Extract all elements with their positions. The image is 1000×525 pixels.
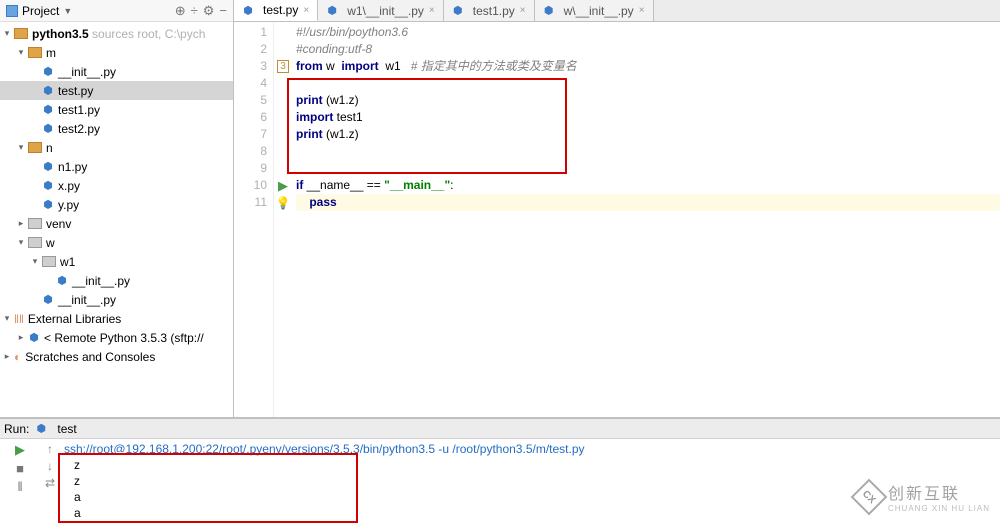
run-panel: Run: ⬢ test ▶ ■ ‖ ↑ ↓ ⇄ ssh://root@192.1… <box>0 418 1000 525</box>
gutter-marks: 3 ▶ 💡 <box>274 22 292 417</box>
hide-icon[interactable]: − <box>219 3 227 18</box>
pause-icon[interactable]: ‖ <box>17 479 22 494</box>
up-icon[interactable]: ↑ <box>47 442 53 456</box>
tree-folder-w1[interactable]: ▾w1 <box>0 252 233 271</box>
run-toolbar: ▶ ■ ‖ <box>0 439 40 525</box>
down-icon[interactable]: ↓ <box>47 459 53 473</box>
tree-folder-m[interactable]: ▾m <box>0 43 233 62</box>
python-file-icon: ⬢ <box>452 4 464 17</box>
run-label: Run: <box>4 422 29 436</box>
python-file-icon: ⬢ <box>42 65 54 78</box>
close-icon[interactable]: × <box>303 5 309 16</box>
run-gutter-icon: ▶ <box>278 178 288 194</box>
python-file-icon: ⬢ <box>35 422 47 435</box>
python-env-icon: ⬢ <box>28 331 40 344</box>
tree-folder-n[interactable]: ▾n <box>0 138 233 157</box>
python-file-icon: ⬢ <box>326 4 338 17</box>
editor-tab[interactable]: ⬢test.py× <box>234 0 318 21</box>
python-file-icon: ⬢ <box>56 274 68 287</box>
bulb-icon: 💡 <box>276 196 291 210</box>
line-numbers: 1234567891011 <box>234 22 274 417</box>
editor-tabs: ⬢test.py× ⬢w1\__init__.py× ⬢test1.py× ⬢w… <box>234 0 1000 22</box>
tree-file[interactable]: ⬢n1.py <box>0 157 233 176</box>
libraries-icon: ‖‖ <box>14 312 24 326</box>
tree-remote-python[interactable]: ▸⬢< Remote Python 3.5.3 (sftp:// <box>0 328 233 347</box>
watermark: CX 创新互联 CHUANG XIN HU LIAN <box>856 480 990 513</box>
python-file-icon: ⬢ <box>42 198 54 211</box>
project-icon <box>6 5 18 17</box>
close-icon[interactable]: × <box>429 5 435 16</box>
python-file-icon: ⬢ <box>42 179 54 192</box>
run-header: Run: ⬢ test <box>0 419 1000 439</box>
tree-file[interactable]: ⬢x.py <box>0 176 233 195</box>
warning-mark-icon: 3 <box>277 60 289 73</box>
tree-file-selected[interactable]: ⬢test.py <box>0 81 233 100</box>
tree-file[interactable]: ⬢y.py <box>0 195 233 214</box>
editor-tab[interactable]: ⬢w1\__init__.py× <box>318 0 444 21</box>
editor-tab[interactable]: ⬢w\__init__.py× <box>535 0 654 21</box>
tree-folder-w[interactable]: ▾w <box>0 233 233 252</box>
python-file-icon: ⬢ <box>42 103 54 116</box>
wrap-icon[interactable]: ⇄ <box>45 476 55 490</box>
sidebar-title: Project <box>22 4 59 18</box>
stop-icon[interactable]: ■ <box>16 461 24 476</box>
project-tree[interactable]: ▾python3.5 sources root, C:\pych ▾m ⬢__i… <box>0 22 233 417</box>
tree-root[interactable]: ▾python3.5 sources root, C:\pych <box>0 24 233 43</box>
tree-scratches[interactable]: ▸◐Scratches and Consoles <box>0 347 233 366</box>
python-file-icon: ⬢ <box>242 4 254 17</box>
tree-file[interactable]: ⬢test2.py <box>0 119 233 138</box>
tree-external-libs[interactable]: ▾‖‖External Libraries <box>0 309 233 328</box>
python-file-icon: ⬢ <box>42 84 54 97</box>
close-icon[interactable]: × <box>520 5 526 16</box>
editor-tab[interactable]: ⬢test1.py× <box>444 0 535 21</box>
scratches-icon: ◐ <box>14 350 21 364</box>
python-file-icon: ⬢ <box>543 4 555 17</box>
python-file-icon: ⬢ <box>42 293 54 306</box>
python-file-icon: ⬢ <box>42 122 54 135</box>
close-icon[interactable]: × <box>639 5 645 16</box>
code-content[interactable]: #!/usr/bin/poython3.6 #conding:utf-8 fro… <box>292 22 1000 417</box>
tree-folder-venv[interactable]: ▸venv <box>0 214 233 233</box>
tree-file[interactable]: ⬢__init__.py <box>0 62 233 81</box>
run-config-name[interactable]: test <box>57 422 76 436</box>
code-editor[interactable]: 1234567891011 3 ▶ 💡 #!/usr/bin/poython3.6 … <box>234 22 1000 417</box>
target-icon[interactable]: ⊕ <box>175 3 186 19</box>
python-file-icon: ⬢ <box>42 160 54 173</box>
tree-file[interactable]: ⬢__init__.py <box>0 271 233 290</box>
project-sidebar: Project ▼ ⊕ ÷ ⚙ − ▾python3.5 sources roo… <box>0 0 234 417</box>
tree-file[interactable]: ⬢test1.py <box>0 100 233 119</box>
rerun-icon[interactable]: ▶ <box>15 442 25 458</box>
tree-file[interactable]: ⬢__init__.py <box>0 290 233 309</box>
gear-icon[interactable]: ⚙ <box>203 3 215 19</box>
editor-pane: ⬢test.py× ⬢w1\__init__.py× ⬢test1.py× ⬢w… <box>234 0 1000 417</box>
sidebar-header: Project ▼ ⊕ ÷ ⚙ − <box>0 0 233 22</box>
collapse-icon[interactable]: ÷ <box>191 3 198 18</box>
chevron-down-icon[interactable]: ▼ <box>63 6 72 16</box>
